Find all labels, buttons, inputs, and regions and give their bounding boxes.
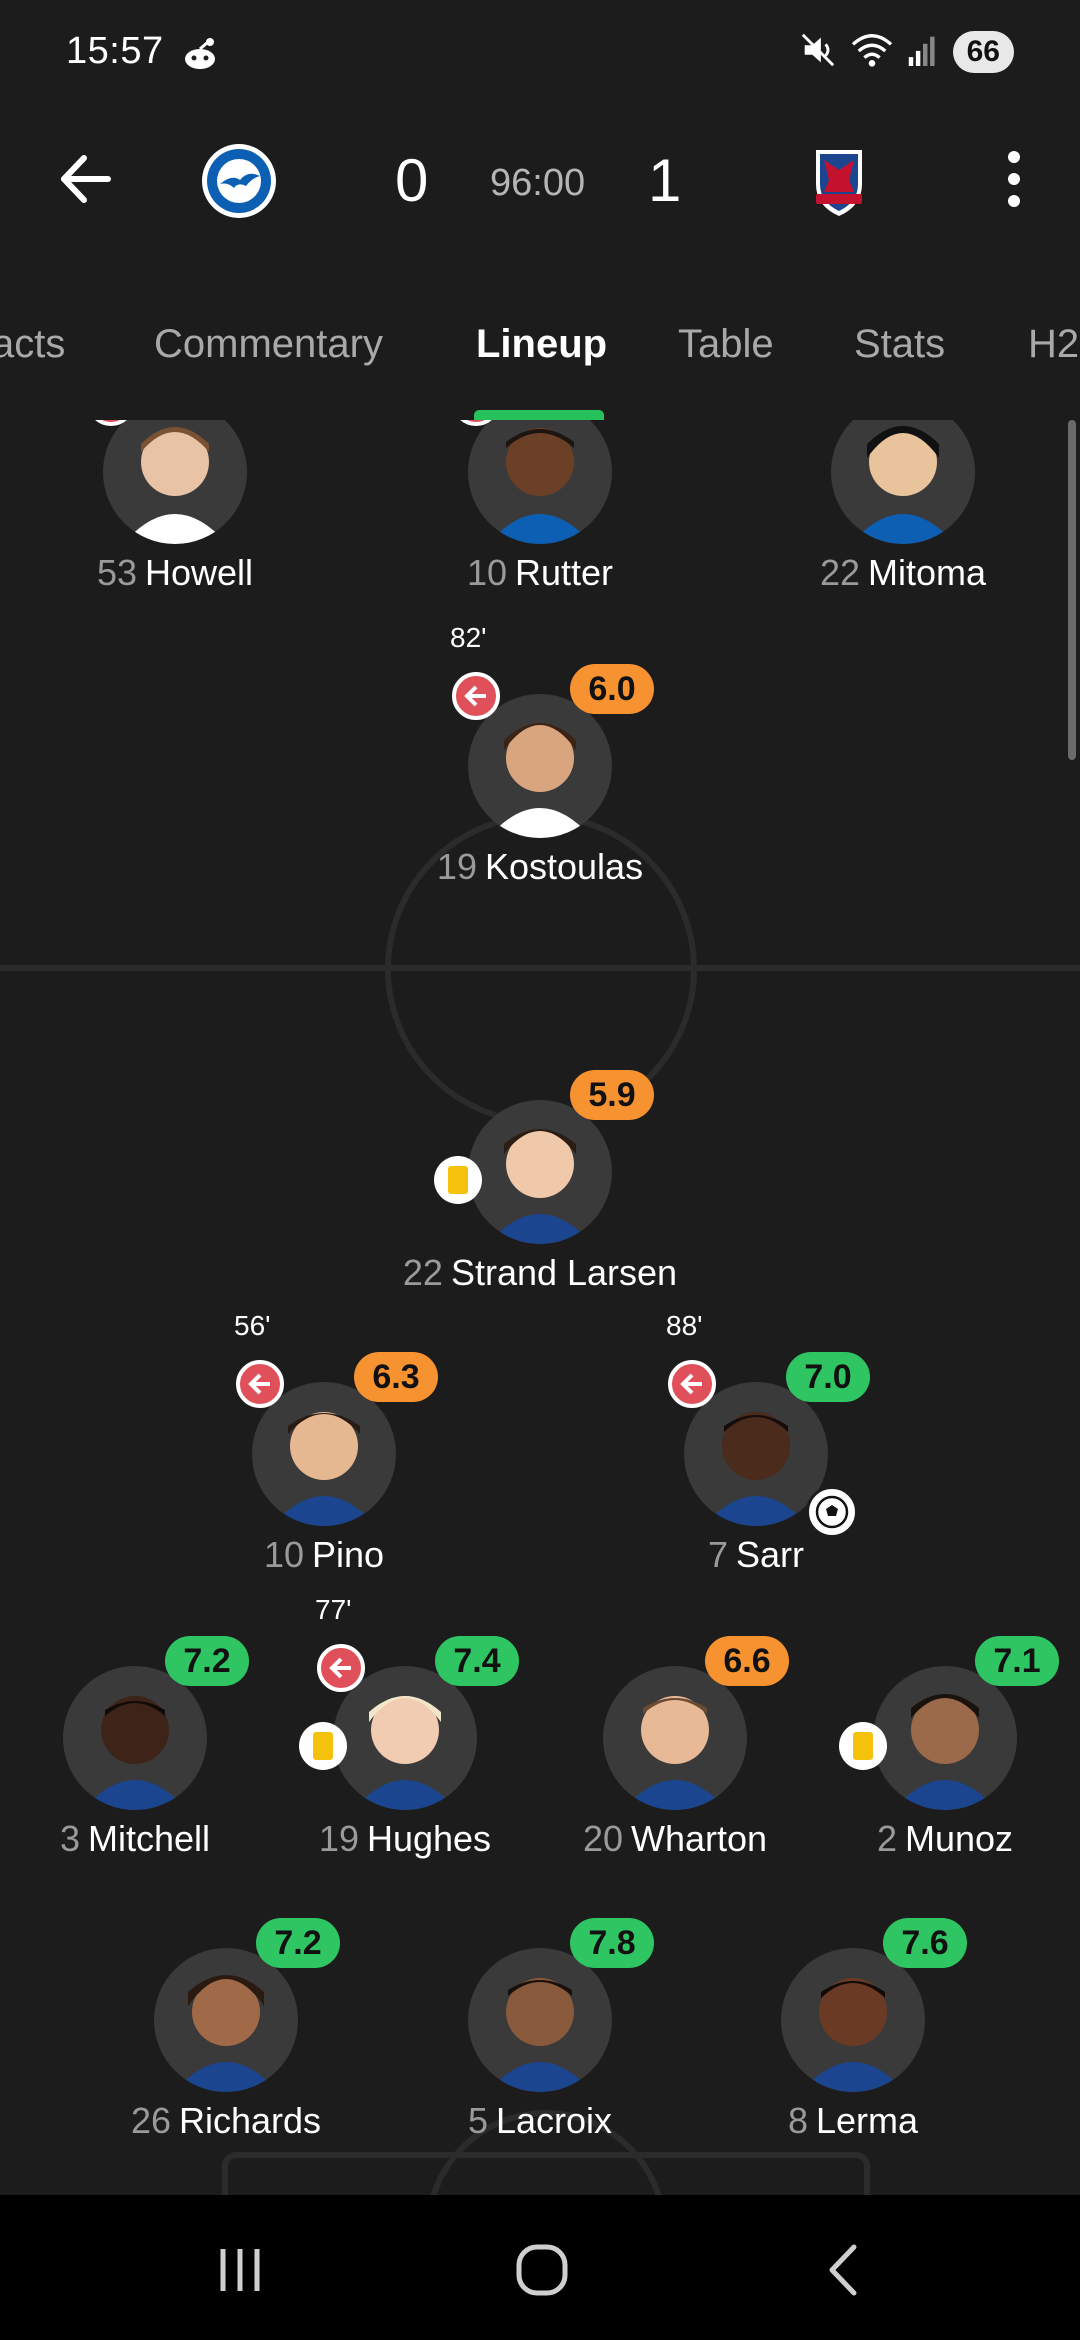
more-options-button[interactable] [996,144,1032,214]
player-avatar [468,1100,612,1244]
player-card[interactable]: 7.1 2 Munoz [815,1622,1075,1859]
sub-minute: 88' [666,1310,703,1341]
lineup-screen: 15:57 66 0 96:00 1 acts Commentary Lineu… [0,0,1080,2340]
away-score: 1 [648,147,682,214]
arrow-left-icon [61,155,111,203]
player-rating: 7.4 [435,1636,519,1686]
player-rating: 7.2 [256,1918,340,1968]
mute-icon [799,31,837,74]
yellow-card-icon [839,1722,887,1770]
player-rating: 6.3 [354,1352,438,1402]
lineup-pitch: 53 Howell 10 Rutter 22 Mitoma 82' 6.0 19… [0,420,1080,2195]
player-rating: 6.0 [570,664,654,714]
recent-apps-button[interactable] [205,2235,275,2305]
status-time: 15:57 [66,30,164,72]
player-name: 22 Strand Larsen [402,1252,678,1293]
player-name: 53 Howell [96,552,254,593]
player-card[interactable]: 77' 7.4 19 Hughes [275,1594,535,1859]
sub-minute: 77' [315,1594,352,1625]
player-card[interactable]: 6.6 20 Wharton [545,1622,805,1859]
player-card[interactable]: 82' 6.0 19 Kostoulas [410,622,670,887]
chevron-left-icon [829,2244,857,2296]
player-avatar [603,1666,747,1810]
match-tabs: acts Commentary Lineup Table Stats H2 [0,300,1080,420]
system-navigation-bar [0,2195,1080,2340]
player-name: 26 Richards [130,2100,322,2141]
player-card[interactable]: 5.9 22 Strand Larsen [403,1056,677,1293]
reddit-notification-icon [180,34,220,74]
player-rating: 7.1 [975,1636,1059,1686]
goal-scored-icon [806,1486,858,1538]
player-card[interactable]: 7.2 26 Richards [96,1904,356,2141]
player-card[interactable]: 22 Mitoma [773,420,1033,593]
player-card[interactable]: 88' 7.0 7 Sarr [626,1310,886,1575]
active-tab-indicator [474,410,604,420]
yellow-card-icon [299,1722,347,1770]
player-rating: 7.8 [570,1918,654,1968]
substituted-off-icon [236,1360,284,1408]
player-card[interactable]: 10 Rutter [410,420,670,593]
sub-minute: 56' [234,1310,271,1341]
player-avatar [63,1666,207,1810]
back-button[interactable] [52,144,122,214]
player-avatar [468,420,612,544]
tab-stats[interactable]: Stats [854,322,945,367]
player-avatar [103,420,247,544]
player-card[interactable]: 53 Howell [45,420,305,593]
player-name: 2 Munoz [876,1818,1014,1859]
status-bar: 15:57 66 [0,0,1080,110]
player-name: 8 Lerma [787,2100,919,2141]
more-vertical-icon [1008,151,1020,207]
tab-lineup[interactable]: Lineup [476,322,607,367]
home-button[interactable] [507,2235,577,2305]
signal-icon [907,31,939,74]
player-name: 10 Pino [263,1534,385,1575]
player-avatar [468,1948,612,2092]
away-team-crest[interactable] [800,142,878,220]
yellow-card-icon [434,1156,482,1204]
player-name: 5 Lacroix [467,2100,613,2141]
recent-apps-icon [220,2249,260,2291]
player-name: 22 Mitoma [819,552,987,593]
player-avatar [154,1948,298,2092]
player-card[interactable]: 7.8 5 Lacroix [410,1904,670,2141]
player-name: 19 Kostoulas [436,846,644,887]
penalty-box [222,2152,870,2195]
player-rating: 7.0 [786,1352,870,1402]
player-card[interactable]: 7.2 3 Mitchell [5,1622,265,1859]
tab-commentary[interactable]: Commentary [154,322,383,367]
status-icons: 66 [799,30,1014,74]
player-name: 7 Sarr [707,1534,805,1575]
player-avatar [873,1666,1017,1810]
home-icon [516,2244,568,2296]
tab-h2h[interactable]: H2 [1028,322,1079,367]
tab-table[interactable]: Table [678,322,774,367]
match-header: 0 96:00 1 [0,120,1080,240]
battery-indicator: 66 [952,31,1014,73]
player-rating: 7.6 [883,1918,967,1968]
substituted-off-icon [317,1644,365,1692]
substituted-off-icon [452,672,500,720]
player-card[interactable]: 56' 6.3 10 Pino [194,1310,454,1575]
substituted-off-icon [668,1360,716,1408]
player-avatar [781,1948,925,2092]
player-avatar [831,420,975,544]
back-nav-button[interactable] [810,2235,880,2305]
home-score: 0 [395,147,429,214]
player-name: 10 Rutter [466,552,614,593]
player-rating: 6.6 [705,1636,789,1686]
player-rating: 7.2 [165,1636,249,1686]
player-rating: 5.9 [570,1070,654,1120]
player-card[interactable]: 7.6 8 Lerma [723,1904,983,2141]
tab-facts[interactable]: acts [0,322,65,367]
wifi-icon [851,31,893,74]
home-team-crest[interactable] [200,142,278,220]
sub-minute: 82' [450,622,487,653]
match-clock: 96:00 [490,162,586,204]
